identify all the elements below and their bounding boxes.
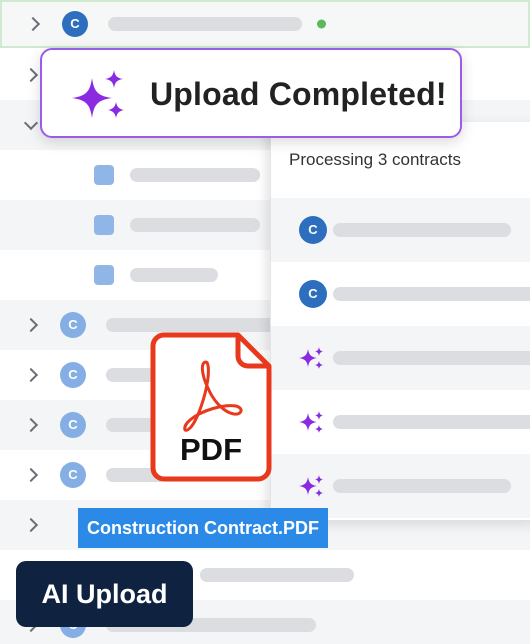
placeholder-text (130, 218, 260, 232)
status-dot (317, 19, 326, 29)
processing-item[interactable] (271, 326, 530, 390)
placeholder-text (130, 168, 260, 182)
placeholder-text (333, 351, 530, 365)
placeholder-text (106, 318, 276, 332)
toast-message: Upload Completed! (150, 76, 447, 112)
avatar: C (299, 280, 327, 308)
placeholder-text (333, 415, 530, 429)
avatar: C (299, 216, 327, 244)
upload-complete-toast: Upload Completed! (40, 48, 462, 138)
sparkles-icon (299, 347, 323, 369)
file-icon (94, 165, 114, 185)
processing-item[interactable] (271, 390, 530, 454)
avatar: C (60, 462, 86, 488)
panel-title: Processing 3 contracts (289, 150, 461, 169)
sparkles-icon (72, 70, 124, 118)
avatar: C (60, 312, 86, 338)
list-row[interactable]: C (0, 0, 530, 48)
placeholder-text (130, 268, 218, 282)
chevron-right-icon[interactable] (23, 417, 39, 433)
avatar: C (62, 11, 88, 37)
placeholder-text (333, 287, 530, 301)
chevron-right-icon[interactable] (23, 67, 39, 83)
placeholder-text (333, 479, 511, 493)
ai-upload-button[interactable]: AI Upload (16, 561, 193, 627)
sparkles-icon (299, 475, 323, 497)
file-icon (94, 215, 114, 235)
processing-item[interactable]: C (271, 198, 530, 262)
pdf-file[interactable]: PDF (150, 332, 272, 482)
chevron-right-icon[interactable] (25, 16, 41, 32)
placeholder-text (108, 17, 302, 31)
pdf-label: PDF (180, 432, 242, 467)
chevron-right-icon[interactable] (23, 517, 39, 533)
processing-item[interactable]: C (271, 262, 530, 326)
file-icon (94, 265, 114, 285)
avatar: C (60, 362, 86, 388)
chevron-right-icon[interactable] (23, 317, 39, 333)
chevron-down-icon[interactable] (23, 115, 39, 131)
placeholder-text (333, 223, 511, 237)
chevron-right-icon[interactable] (23, 367, 39, 383)
chevron-right-icon[interactable] (23, 467, 39, 483)
processing-panel: Processing 3 contracts C C (270, 122, 530, 520)
file-name-tag: Construction Contract.PDF (78, 508, 328, 548)
sparkles-icon (299, 411, 323, 433)
avatar: C (60, 412, 86, 438)
placeholder-text (200, 568, 354, 582)
